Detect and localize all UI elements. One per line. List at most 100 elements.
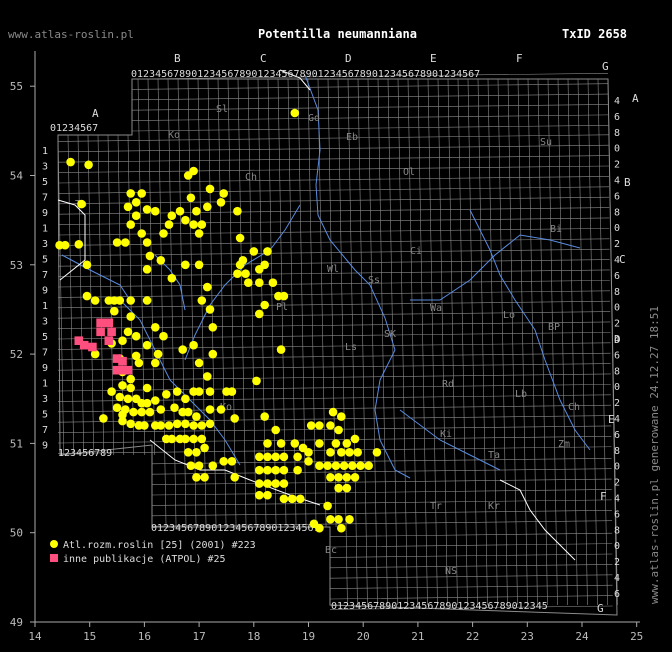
digit-row-top-a: 01234567 [50, 123, 98, 134]
grid-line-v [577, 78, 588, 606]
occurrence-yellow-dot [145, 407, 155, 417]
occurrence-yellow-dot [216, 198, 226, 207]
lon-tick-label: 22 [466, 630, 479, 643]
occurrence-yellow-dot [334, 483, 343, 493]
occurrence-yellow-dot [126, 312, 135, 321]
occurrence-yellow-dot [145, 251, 155, 261]
grid-line-h [57, 311, 611, 319]
border-line [499, 479, 576, 561]
row-digit-left: 5 [42, 177, 48, 188]
occurrence-yellow-dot [372, 448, 382, 457]
row-digit-right: 6 [614, 271, 620, 282]
occurrence-yellow-dot [142, 265, 152, 274]
row-letter-c: C [619, 253, 626, 266]
occurrence-yellow-dot [82, 291, 92, 301]
row-digit-right: 2 [614, 557, 620, 568]
grid-line-v [127, 134, 135, 456]
column-letter-e: E [430, 52, 437, 65]
occurrence-yellow-dot [74, 240, 84, 249]
occurrence-yellow-dot [110, 306, 119, 316]
lon-tick-label: 14 [28, 630, 42, 643]
lon-tick-label: 15 [83, 630, 96, 643]
occurrence-yellow-dot [293, 452, 302, 462]
occurrence-yellow-dot [315, 421, 324, 430]
lon-tick-label: 24 [575, 630, 589, 643]
grid-line-v [597, 78, 608, 606]
occurrence-yellow-dot [235, 233, 245, 243]
occurrence-yellow-dot [263, 439, 272, 448]
occurrence-yellow-dot [172, 419, 182, 429]
occurrence-yellow-dot [153, 349, 163, 359]
row-digit-right: 6 [614, 589, 620, 600]
occurrence-yellow-dot [263, 247, 272, 256]
occurrence-yellow-dot [192, 448, 201, 457]
occurrence-yellow-dot [194, 358, 204, 368]
grid-line-h [57, 196, 610, 205]
occurrence-yellow-dot [142, 340, 152, 350]
grid-line-v [517, 78, 528, 606]
occurrence-pink-square [104, 336, 114, 345]
occurrence-yellow-dot [254, 309, 264, 319]
occurrence-yellow-dot [200, 443, 209, 453]
row-digit-left: 5 [42, 255, 48, 266]
region-code: Eb [346, 132, 358, 143]
occurrence-yellow-dot [137, 189, 146, 198]
grid-line-v [447, 78, 458, 606]
occurrence-yellow-dot [189, 220, 198, 229]
occurrence-pink-square [123, 365, 133, 375]
occurrence-yellow-dot [315, 523, 324, 533]
row-digit-right: 4 [614, 494, 620, 505]
grid-line-h [57, 290, 610, 298]
occurrence-yellow-dot [350, 473, 360, 482]
grid-line-h [57, 280, 610, 288]
occurrence-yellow-dot [279, 291, 289, 301]
occurrence-yellow-dot [164, 421, 174, 430]
grid-line-v [497, 78, 508, 606]
region-code: Bi [550, 224, 562, 235]
occurrence-yellow-dot [126, 189, 135, 198]
legend-square-marker [50, 554, 58, 562]
row-digit-right: 4 [614, 573, 620, 584]
occurrence-yellow-dot [203, 282, 212, 292]
region-code: SK [384, 329, 396, 340]
occurrence-yellow-dot [181, 215, 190, 225]
occurrence-yellow-dot [126, 220, 135, 229]
row-digit-right: 6 [614, 430, 620, 441]
occurrence-yellow-dot [241, 269, 250, 279]
row-letter-g: G [597, 602, 604, 615]
grid-line-h [57, 342, 611, 350]
occurrence-yellow-dot [142, 238, 152, 247]
row-digit-right: 0 [614, 541, 620, 552]
occurrence-yellow-dot [230, 473, 239, 482]
occurrence-yellow-dot [192, 206, 201, 216]
occurrence-yellow-dot [118, 336, 127, 346]
grid-line-h [131, 93, 609, 101]
grid-line-h [57, 144, 609, 153]
occurrence-yellow-dot [181, 419, 190, 429]
occurrence-yellow-dot [181, 260, 190, 270]
grid-line-v [97, 134, 105, 456]
grid-line-v [547, 78, 558, 606]
occurrence-yellow-dot [192, 412, 201, 421]
occurrence-yellow-dot [203, 372, 212, 381]
occurrence-yellow-dot [233, 269, 242, 279]
row-digit-right: 8 [614, 128, 620, 139]
grid-line-h [329, 532, 613, 537]
row-digit-left: 1 [42, 301, 48, 312]
occurrence-yellow-dot [353, 448, 363, 457]
lon-tick-label: 16 [138, 630, 151, 643]
occurrence-yellow-dot [131, 198, 141, 207]
row-digit-left: 7 [42, 193, 48, 204]
lat-tick-label: 50 [10, 527, 23, 540]
grid-line-h [57, 352, 611, 361]
occurrence-yellow-dot [183, 448, 193, 457]
row-digit-right: 0 [614, 144, 620, 155]
region-code: Lb [515, 389, 527, 400]
occurrence-pink-square [96, 318, 105, 328]
region-code: BP [548, 322, 560, 333]
row-letter-f: F [600, 490, 607, 503]
occurrence-yellow-dot [203, 202, 212, 212]
occurrence-yellow-dot [233, 206, 242, 216]
occurrence-yellow-dot [315, 461, 324, 471]
row-digit-left: 7 [42, 270, 48, 281]
